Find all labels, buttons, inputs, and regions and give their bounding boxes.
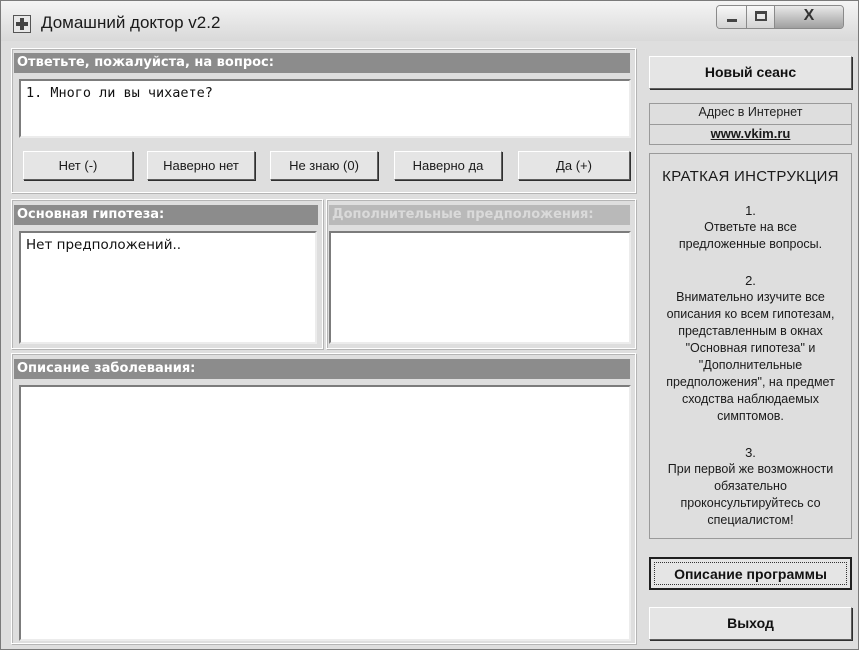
answer-probably-yes-button[interactable]: Наверно да	[394, 151, 502, 180]
instructions-panel: КРАТКАЯ ИНСТРУКЦИЯ 1. Ответьте на все пр…	[649, 153, 852, 539]
answer-probably-no-button[interactable]: Наверно нет	[147, 151, 255, 180]
extra-hypothesis-header: Дополнительные предположения:	[329, 205, 630, 225]
title-bar[interactable]: Домашний доктор v2.2 X	[1, 1, 858, 41]
answer-no-button[interactable]: Нет (-)	[23, 151, 133, 180]
window-controls: X	[716, 5, 844, 29]
about-program-button[interactable]: Описание программы	[649, 557, 852, 590]
maximize-icon	[755, 11, 767, 21]
question-text: 1. Много ли вы чихаете?	[19, 79, 631, 138]
step-number: 1.	[745, 203, 756, 218]
answer-yes-button[interactable]: Да (+)	[518, 151, 630, 180]
medical-cross-icon	[13, 15, 31, 33]
main-hypothesis-list[interactable]: Нет предположений..	[19, 231, 317, 344]
answer-dont-know-button[interactable]: Не знаю (0)	[270, 151, 378, 180]
maximize-button[interactable]	[747, 6, 775, 28]
about-program-label: Описание программы	[654, 562, 847, 585]
minimize-icon	[727, 19, 737, 22]
close-icon: X	[803, 7, 815, 24]
address-box: Адрес в Интернет www.vkim.ru	[649, 103, 852, 145]
step-text: Внимательно изучите все описания ко всем…	[666, 290, 835, 423]
minimize-button[interactable]	[717, 6, 747, 28]
instructions-title: КРАТКАЯ ИНСТРУКЦИЯ	[662, 168, 839, 185]
step-text: При первой же возможности обязательно пр…	[667, 462, 834, 527]
address-label: Адрес в Интернет	[698, 105, 803, 119]
main-hypothesis-header: Основная гипотеза:	[14, 205, 318, 225]
step-text: Ответьте на все предложенные вопросы.	[678, 220, 823, 251]
extra-hypothesis-list[interactable]	[329, 231, 631, 344]
exit-button[interactable]: Выход	[649, 607, 852, 640]
window-title: Домашний доктор v2.2	[41, 13, 221, 32]
step-number: 2.	[745, 273, 756, 288]
description-text[interactable]	[19, 385, 631, 641]
website-link[interactable]: www.vkim.ru	[650, 124, 851, 141]
close-button[interactable]: X	[775, 6, 843, 28]
new-session-button[interactable]: Новый сеанс	[649, 56, 852, 89]
step-number: 3.	[745, 445, 756, 460]
question-header: Ответьте, пожалуйста, на вопрос:	[14, 53, 630, 73]
app-window: Домашний доктор v2.2 X Ответьте, пожалуй…	[0, 0, 859, 650]
description-header: Описание заболевания:	[14, 359, 630, 379]
